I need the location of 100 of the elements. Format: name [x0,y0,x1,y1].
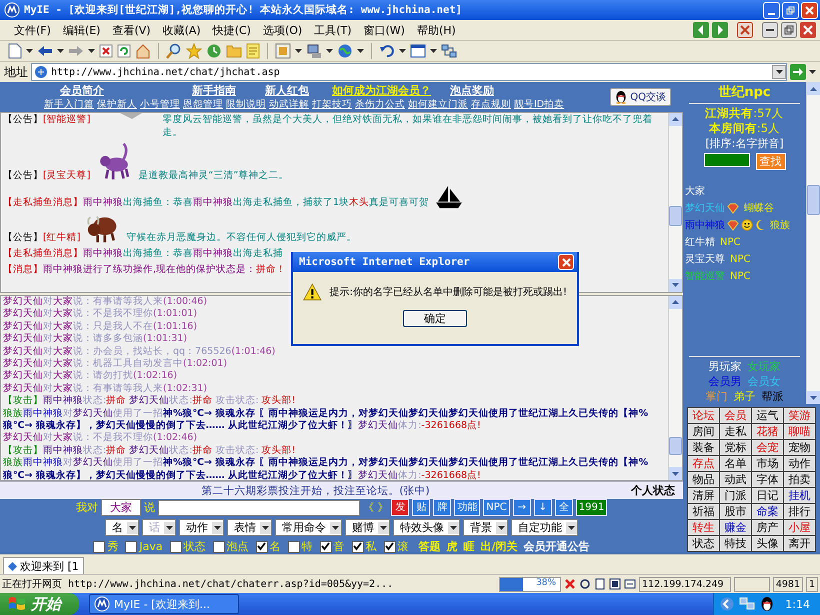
menu-item[interactable]: 工具(T) [308,22,358,38]
menu-item[interactable]: 文件(F) [8,22,57,38]
address-field[interactable]: http://www.jhchina.net/chat/jhchat.asp [31,63,787,81]
history-icon[interactable] [206,43,222,59]
command-button[interactable]: 日记 [752,488,783,503]
checkbox[interactable] [256,540,268,553]
scroll-down-button[interactable] [807,391,820,404]
checkbox[interactable] [384,540,396,553]
command-button[interactable]: 会宠 [752,440,783,455]
caret-icon[interactable] [809,70,816,74]
ok-button[interactable]: 确定 [403,310,467,327]
dropdown[interactable]: 赌博 [345,519,390,536]
checkbox[interactable] [288,540,300,553]
command-button[interactable]: 房产 [752,520,783,535]
chevron-icon[interactable] [720,597,734,611]
command-button[interactable]: 存点 [688,456,719,471]
nav-link[interactable]: 杀伤力公式 [355,98,405,111]
restore-button[interactable] [782,2,799,18]
command-button[interactable]: 排行 [784,504,815,519]
command-button[interactable]: 小屋 [784,520,815,535]
nav-link[interactable]: 打架技巧 [312,98,352,111]
command-button[interactable]: 牌 [433,499,452,516]
command-button[interactable]: 论坛 [688,408,719,423]
command-button[interactable]: 物品 [688,472,719,487]
nav-link[interactable]: 存点规则 [471,98,511,111]
menu-item[interactable]: 帮助(H) [410,22,462,38]
panel-link[interactable]: 出/闭关 [480,539,518,554]
menu-item[interactable]: 收藏(A) [156,22,207,38]
stop-icon[interactable] [99,44,113,58]
command-button[interactable]: 笑游 [784,408,815,423]
command-button[interactable]: 字体 [752,472,783,487]
penguin-icon[interactable] [760,596,774,612]
network-icon[interactable] [441,43,457,59]
computer-icon[interactable] [306,43,322,59]
scroll-up-button[interactable] [807,82,820,95]
caret-icon[interactable] [326,49,333,53]
menu-item[interactable]: 选项(O) [256,22,308,38]
command-button[interactable]: 离开 [784,536,815,551]
command-button[interactable]: 拍卖 [784,472,815,487]
recipient-field[interactable]: 大家 [100,499,141,516]
panel-link[interactable]: 会员开通公告 [524,539,590,554]
window-icon[interactable] [410,44,426,58]
command-button[interactable]: 动武 [720,472,751,487]
caret-icon[interactable] [88,49,95,53]
nav-link[interactable]: 会员简介 [60,82,192,98]
nav-link[interactable]: 恩怨管理 [183,98,223,111]
command-button[interactable]: 状态 [688,536,719,551]
network-icon[interactable] [739,597,756,611]
search-field[interactable] [704,153,750,167]
command-button[interactable]: 功能 [454,499,480,516]
command-button[interactable]: 清屏 [688,488,719,503]
dropdown[interactable]: 常用命令 [275,519,342,536]
menu-item[interactable]: 快捷(C) [206,22,257,38]
star-icon[interactable] [186,43,202,59]
checkbox[interactable] [170,540,182,553]
scrollbar[interactable] [806,82,820,404]
globe-icon[interactable] [337,43,353,59]
command-button[interactable]: 全 [554,499,573,516]
nav-link[interactable]: 如何建立门派 [408,98,468,111]
command-button[interactable]: 命案 [752,504,783,519]
start-button[interactable]: 开始 [0,593,79,615]
nav-link[interactable]: 靓号ID拍卖 [514,98,564,111]
command-button[interactable]: ↓ [534,499,552,516]
dropdown[interactable]: 特效头像 [393,519,460,536]
command-button[interactable]: 走私 [720,424,751,439]
menu-item[interactable]: 编辑(E) [56,22,106,38]
command-button[interactable]: 赚金 [720,520,751,535]
checkbox[interactable] [320,540,332,553]
command-button[interactable]: 祈福 [688,504,719,519]
dropdown[interactable]: 自定功能 [511,519,578,536]
scrollbar[interactable] [668,296,682,480]
command-button[interactable]: 发 [391,499,410,516]
scroll-down-button[interactable] [669,278,682,292]
command-button[interactable]: 头像 [752,536,783,551]
command-button[interactable]: 宠物 [784,440,815,455]
command-button[interactable]: NPC [483,499,510,516]
command-button[interactable]: 党标 [720,440,751,455]
search-icon[interactable] [166,43,182,59]
command-button[interactable]: 名单 [720,456,751,471]
scrollbar[interactable] [668,112,682,292]
dropdown[interactable]: 名 [105,519,139,536]
dropdown[interactable]: 背景 [463,519,508,536]
scrollbar-thumb[interactable] [669,436,682,455]
scroll-up-button[interactable] [669,112,682,126]
command-button[interactable]: 聊喵 [784,424,815,439]
close-icon[interactable] [800,22,816,38]
command-button[interactable]: 转生 [688,520,719,535]
close-tab-icon[interactable] [737,22,753,38]
nav-link[interactable]: 新手入门篇 [44,98,94,111]
search-button[interactable]: 查找 [756,153,786,170]
nav-link[interactable]: 如何成为江湖会员？ [332,82,450,98]
home-icon[interactable] [135,43,151,59]
command-button[interactable]: 运气 [752,408,783,423]
command-button[interactable]: 动作 [784,456,815,471]
message-input[interactable] [158,500,360,516]
user-name[interactable]: 大家 [685,184,705,198]
close-button[interactable] [558,254,574,270]
command-button[interactable]: 会员 [720,408,751,423]
command-button[interactable]: 房间 [688,424,719,439]
refresh-icon[interactable] [117,44,131,58]
